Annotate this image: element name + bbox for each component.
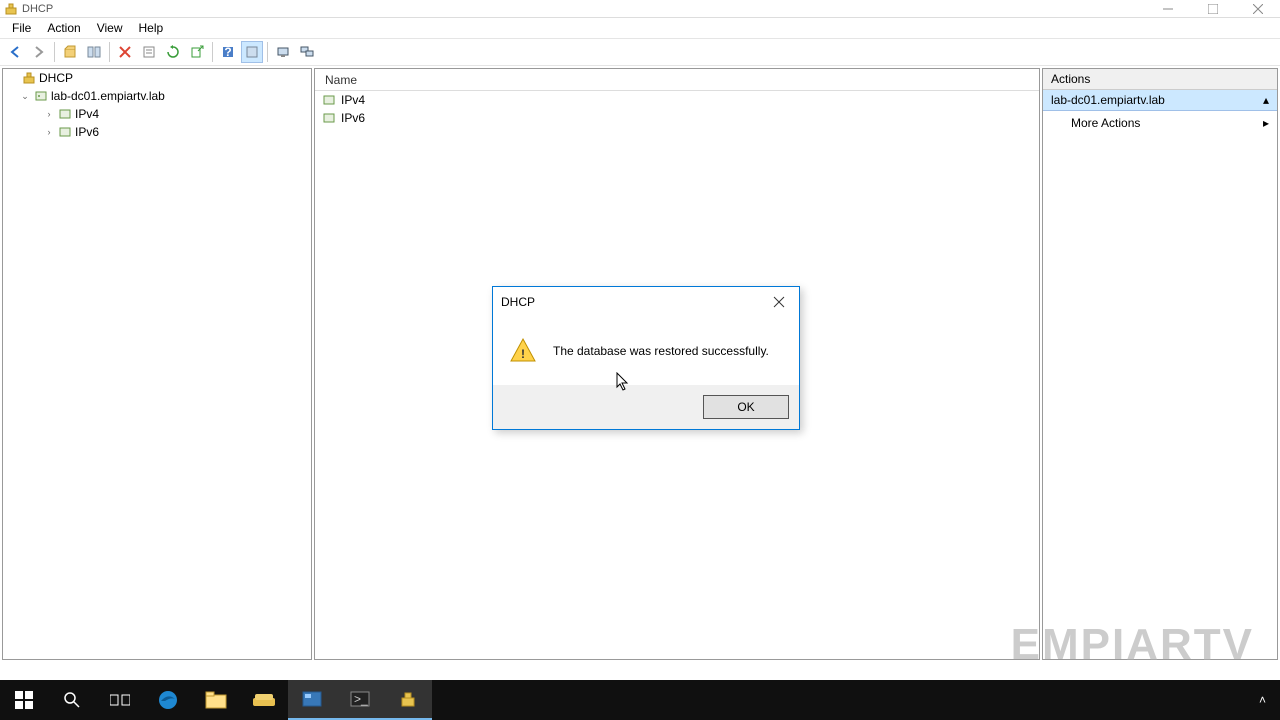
taskbar: >_ ˄ xyxy=(0,680,1280,720)
search-button[interactable] xyxy=(48,680,96,720)
up-button[interactable] xyxy=(59,41,81,63)
collapse-icon: ▴ xyxy=(1263,93,1269,107)
export-button[interactable] xyxy=(186,41,208,63)
ipv6-icon xyxy=(57,124,73,140)
tree-ipv6[interactable]: › IPv6 xyxy=(3,123,311,141)
forward-button[interactable] xyxy=(28,41,50,63)
menu-bar: File Action View Help xyxy=(0,18,1280,38)
computer-button[interactable] xyxy=(272,41,294,63)
maximize-button[interactable] xyxy=(1190,0,1235,18)
tree-ipv4[interactable]: › IPv4 xyxy=(3,105,311,123)
dialog-body: ! The database was restored successfully… xyxy=(493,317,799,385)
separator xyxy=(267,42,268,62)
tree-panel[interactable]: DHCP ⌄ lab-dc01.empiartv.lab › IPv4 › IP… xyxy=(2,68,312,660)
explorer-icon[interactable] xyxy=(192,680,240,720)
expander-icon[interactable]: ⌄ xyxy=(19,91,31,102)
ipv4-icon xyxy=(321,92,337,108)
list-item-label: IPv6 xyxy=(341,111,365,125)
server-manager-icon[interactable] xyxy=(288,680,336,720)
actions-more-label: More Actions xyxy=(1071,116,1140,130)
refresh-button[interactable] xyxy=(162,41,184,63)
dhcp-app-icon xyxy=(4,2,18,16)
tray-chevron-icon[interactable]: ˄ xyxy=(1259,693,1266,707)
list-header-name[interactable]: Name xyxy=(315,69,1039,91)
window-controls xyxy=(1145,0,1280,18)
dhcp-console-icon[interactable] xyxy=(384,680,432,720)
dialog-titlebar[interactable]: DHCP xyxy=(493,287,799,317)
svg-text:?: ? xyxy=(224,45,231,59)
actions-more[interactable]: More Actions ▸ xyxy=(1043,111,1277,135)
edge-icon[interactable] xyxy=(144,680,192,720)
show-hide-button[interactable] xyxy=(83,41,105,63)
tree-label: DHCP xyxy=(39,71,73,85)
tree-label: IPv4 xyxy=(75,107,99,121)
list-item-label: IPv4 xyxy=(341,93,365,107)
warning-icon: ! xyxy=(509,337,537,365)
window-titlebar: DHCP xyxy=(0,0,1280,18)
menu-file[interactable]: File xyxy=(4,19,39,37)
ipv6-icon xyxy=(321,110,337,126)
minimize-button[interactable] xyxy=(1145,0,1190,18)
actions-panel: Actions lab-dc01.empiartv.lab ▴ More Act… xyxy=(1042,68,1278,660)
start-button[interactable] xyxy=(0,680,48,720)
dhcp-icon xyxy=(21,70,37,86)
back-button[interactable] xyxy=(4,41,26,63)
ipv4-icon xyxy=(57,106,73,122)
actions-target[interactable]: lab-dc01.empiartv.lab ▴ xyxy=(1043,90,1277,111)
server-icon xyxy=(33,88,49,104)
separator xyxy=(212,42,213,62)
window-title: DHCP xyxy=(22,3,1145,15)
submenu-icon: ▸ xyxy=(1263,116,1269,130)
separator xyxy=(54,42,55,62)
message-dialog: DHCP ! The database was restored success… xyxy=(492,286,800,430)
svg-text:!: ! xyxy=(521,347,525,361)
ok-button[interactable]: OK xyxy=(703,395,789,419)
computers-button[interactable] xyxy=(296,41,318,63)
svg-text:>_: >_ xyxy=(354,692,368,706)
task-view-button[interactable] xyxy=(96,680,144,720)
delete-button[interactable] xyxy=(114,41,136,63)
list-item[interactable]: IPv4 xyxy=(315,91,1039,109)
menu-view[interactable]: View xyxy=(89,19,131,37)
system-tray[interactable]: ˄ xyxy=(1259,693,1280,707)
tree-label: IPv6 xyxy=(75,125,99,139)
actions-header: Actions xyxy=(1043,69,1277,90)
app-icon[interactable] xyxy=(240,680,288,720)
menu-help[interactable]: Help xyxy=(131,19,172,37)
properties-button[interactable] xyxy=(138,41,160,63)
toolbar: ? xyxy=(0,38,1280,66)
dialog-message: The database was restored successfully. xyxy=(553,344,769,358)
dialog-close-button[interactable] xyxy=(759,287,799,317)
tree-label: lab-dc01.empiartv.lab xyxy=(51,89,165,103)
help-button[interactable]: ? xyxy=(217,41,239,63)
tree-root[interactable]: DHCP xyxy=(3,69,311,87)
expander-icon[interactable]: › xyxy=(43,109,55,119)
actions-target-label: lab-dc01.empiartv.lab xyxy=(1051,93,1165,107)
toolbar-button[interactable] xyxy=(241,41,263,63)
tree-server[interactable]: ⌄ lab-dc01.empiartv.lab xyxy=(3,87,311,105)
dialog-title: DHCP xyxy=(501,295,759,309)
cmd-icon[interactable]: >_ xyxy=(336,680,384,720)
list-item[interactable]: IPv6 xyxy=(315,109,1039,127)
menu-action[interactable]: Action xyxy=(39,19,88,37)
close-button[interactable] xyxy=(1235,0,1280,18)
expander-icon[interactable]: › xyxy=(43,127,55,137)
dialog-footer: OK xyxy=(493,385,799,429)
separator xyxy=(109,42,110,62)
